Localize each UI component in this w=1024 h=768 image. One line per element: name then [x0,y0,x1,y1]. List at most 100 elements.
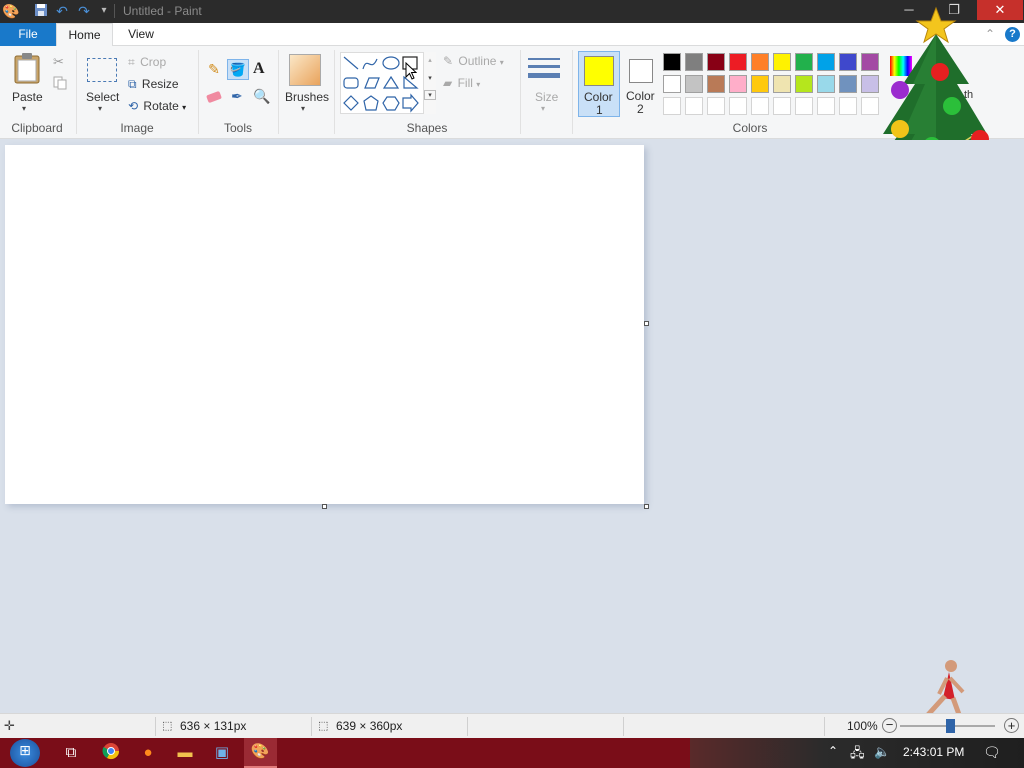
color2-number: 2 [637,102,644,116]
pencil-icon[interactable]: ✎ [205,61,223,79]
redo-icon[interactable]: ↷ [76,3,92,19]
color-swatch[interactable] [707,75,725,93]
paint-taskbar-button[interactable]: 🎨 [244,738,277,768]
magnifier-icon[interactable]: 🔍 [253,88,270,105]
rotate-icon: ⟲ [128,99,139,113]
drawing-canvas[interactable] [5,145,644,504]
select-label: Select [86,90,120,104]
chevron-down-icon: ▾ [541,104,546,113]
size-button[interactable]: Size ▾ [526,54,564,116]
empty-color-swatch[interactable] [773,97,791,115]
color-swatch[interactable] [663,53,681,71]
crop-button[interactable]: ⌗ Crop [128,55,166,70]
chevron-down-icon: ▾ [98,104,103,113]
outline-icon: ✎ [443,54,454,68]
color-swatch[interactable] [751,53,769,71]
resize-handle-bottom[interactable] [322,504,327,509]
paint-app-icon[interactable]: 🎨 [2,3,19,19]
color-swatch[interactable] [795,53,813,71]
resize-handle-right[interactable] [644,321,649,326]
action-center-icon[interactable]: 🗨 [983,744,1001,761]
shapes-gallery[interactable] [340,52,436,114]
empty-color-swatch[interactable] [663,97,681,115]
taskbar: ⊞ ⧉ ● ▬ ▣ 🎨 ⌃ 🖧 🔈 2:43:01 PM 🗨 [0,738,1024,768]
cut-icon[interactable]: ✂ [53,54,64,70]
image-size-icon: ⬚ [318,720,329,732]
empty-color-swatch[interactable] [817,97,835,115]
resize-handle-corner[interactable] [644,504,649,509]
fill-button[interactable]: ▰ Fill ▾ [443,76,480,90]
canvas-workspace[interactable] [0,140,1024,736]
color1-swatch [584,56,614,86]
zoom-level: 100% [847,719,878,733]
copy-icon[interactable] [53,76,67,93]
resize-button[interactable]: ⧉ Resize [128,77,179,92]
scroll-down-icon[interactable]: ▾ [424,74,436,82]
brushes-button[interactable]: Brushes ▾ [283,52,329,118]
color-swatch[interactable] [773,75,791,93]
eraser-icon[interactable] [205,90,223,107]
paste-button[interactable]: Paste ▾ [8,52,46,114]
color1-number: 1 [596,103,603,117]
empty-color-swatch[interactable] [707,97,725,115]
store-icon[interactable]: ▣ [211,742,233,764]
color-swatch[interactable] [729,53,747,71]
color1-button[interactable]: Color 1 [578,51,620,117]
show-hidden-icons[interactable]: ⌃ [828,744,838,758]
color-swatch[interactable] [817,75,835,93]
chevron-down-icon: ▾ [499,58,504,67]
window-title: Untitled - Paint [123,4,202,18]
image-group-label: Image [120,121,154,135]
image-size: 639 × 360px [336,719,403,733]
empty-color-swatch[interactable] [795,97,813,115]
color-swatch[interactable] [751,75,769,93]
clock[interactable]: 2:43:01 PM [903,745,964,759]
size-label: Size [535,90,559,104]
gallery-expand-icon[interactable]: ▾ [424,90,436,100]
undo-icon[interactable]: ↶ [54,3,70,19]
status-separator [311,717,312,736]
text-tool-icon[interactable]: A [253,60,265,78]
color-swatch[interactable] [685,53,703,71]
file-explorer-icon[interactable]: ▬ [174,742,196,764]
color-swatch[interactable] [773,53,791,71]
firefox-icon[interactable]: ● [137,742,159,764]
chevron-down-icon: ▾ [301,104,306,113]
customize-icon[interactable]: ▾ [96,3,112,19]
clipboard-icon [14,52,40,87]
color-swatch[interactable] [707,53,725,71]
color2-button[interactable]: Color 2 [622,51,660,117]
color-picker-icon[interactable]: ✒ [231,88,243,105]
cursor-position-icon: ✛ [4,718,15,733]
group-separator [520,50,521,134]
tab-home[interactable]: Home [56,23,113,47]
scroll-up-icon[interactable]: ▴ [424,56,436,64]
zoom-slider-thumb[interactable] [946,719,955,733]
empty-color-swatch[interactable] [685,97,703,115]
volume-icon[interactable]: 🔈 [874,744,890,760]
network-icon[interactable]: 🖧 [850,744,865,766]
tab-view[interactable]: View [113,23,169,46]
color-swatch[interactable] [685,75,703,93]
task-view-icon[interactable]: ⧉ [60,742,82,764]
chrome-icon[interactable] [100,742,122,764]
rotate-button[interactable]: ⟲ Rotate ▾ [128,99,186,113]
tab-file[interactable]: File [0,23,56,46]
select-button[interactable]: Select ▾ [84,54,120,114]
shapes-scrollbar[interactable]: ▴ ▾ ▾ [423,52,436,114]
fill-bucket-icon[interactable]: 🪣 [227,59,249,80]
color-swatch[interactable] [817,53,835,71]
color-swatch[interactable] [663,75,681,93]
zoom-in-icon[interactable]: + [1004,718,1019,733]
group-separator [334,50,335,134]
resize-icon: ⧉ [128,77,137,91]
color-swatch[interactable] [729,75,747,93]
save-icon[interactable] [33,3,49,19]
color-swatch[interactable] [795,75,813,93]
zoom-out-icon[interactable]: − [882,718,897,733]
outline-button[interactable]: ✎ Outline ▾ [443,54,504,68]
start-button-icon[interactable]: ⊞ [10,739,40,767]
empty-color-swatch[interactable] [751,97,769,115]
status-separator [467,717,468,736]
empty-color-swatch[interactable] [729,97,747,115]
